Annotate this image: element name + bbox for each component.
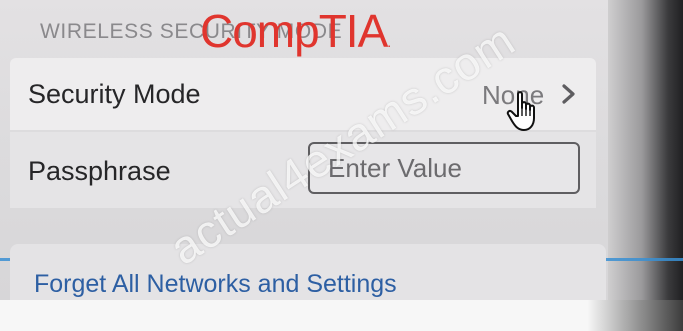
right-edge-shadow: [608, 0, 683, 331]
passphrase-label: Passphrase: [28, 156, 171, 186]
hand-cursor-icon: [506, 91, 535, 131]
security-mode-row[interactable]: Security Mode None: [10, 58, 596, 131]
comptia-logo: CompTIA.: [200, 4, 391, 58]
logo-dot: .: [387, 34, 391, 50]
chevron-right-icon: [562, 84, 575, 104]
security-mode-label: Security Mode: [28, 79, 201, 109]
logo-text: CompTIA: [200, 5, 388, 57]
passphrase-input[interactable]: [308, 142, 580, 194]
forget-networks-button[interactable]: Forget All Networks and Settings: [34, 270, 397, 299]
screen: WIRELESS SECURITY MODE CompTIA. Security…: [0, 0, 683, 331]
passphrase-row: Passphrase: [10, 132, 596, 208]
forget-networks-row[interactable]: Forget All Networks and Settings: [10, 244, 606, 300]
bottom-strip-shadow: [0, 300, 683, 331]
